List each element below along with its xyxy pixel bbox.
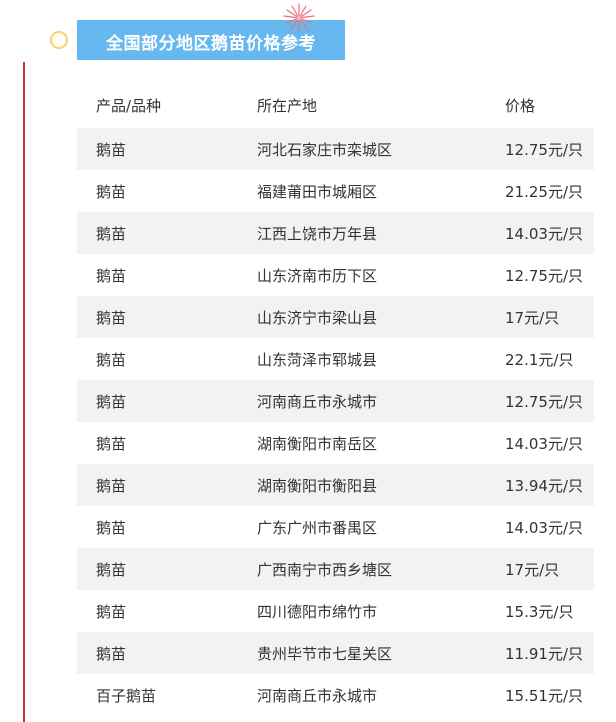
cell-product: 鹅苗 [96,140,127,159]
table-row: 鹅苗 福建莆田市城厢区 21.25元/只 [77,170,594,212]
cell-product: 鹅苗 [96,644,127,663]
cell-price: 14.03元/只 [505,518,583,537]
cell-product: 鹅苗 [96,518,127,537]
table-row: 鹅苗 河南商丘市永城市 12.75元/只 [77,380,594,422]
ring-icon [50,31,68,49]
cell-price: 17元/只 [505,308,560,327]
cell-origin: 江西上饶市万年县 [257,224,378,243]
table-row: 鹅苗 山东济宁市梁山县 17元/只 [77,296,594,338]
cell-product: 百子鹅苗 [96,686,157,705]
cell-origin: 福建莆田市城厢区 [257,182,378,201]
article-section: 全国部分地区鹅苗价格参考 产品/品种 所在产地 价格 鹅苗 河北石家庄市栾城区 [0,0,616,722]
price-table: 产品/品种 所在产地 价格 鹅苗 河北石家庄市栾城区 12.75元/只 鹅苗 福… [77,82,594,716]
table-row: 鹅苗 贵州毕节市七星关区 11.91元/只 [77,632,594,674]
cell-origin: 贵州毕节市七星关区 [257,644,393,663]
cell-price: 15.51元/只 [505,686,583,705]
burst-icon [283,3,315,32]
cell-price: 15.3元/只 [505,602,574,621]
cell-origin: 山东菏泽市郓城县 [257,350,378,369]
cell-product: 鹅苗 [96,350,127,369]
cell-product: 鹅苗 [96,602,127,621]
cell-price: 12.75元/只 [505,392,583,411]
cell-product: 鹅苗 [96,434,127,453]
cell-price: 11.91元/只 [505,644,583,663]
cell-product: 鹅苗 [96,308,127,327]
table-header-row: 产品/品种 所在产地 价格 [77,82,594,128]
table-row: 鹅苗 广西南宁市西乡塘区 17元/只 [77,548,594,590]
cell-price: 14.03元/只 [505,224,583,243]
table-row: 鹅苗 湖南衡阳市衡阳县 13.94元/只 [77,464,594,506]
header-origin: 所在产地 [257,96,318,115]
cell-product: 鹅苗 [96,266,127,285]
cell-origin: 四川德阳市绵竹市 [257,602,378,621]
cell-price: 12.75元/只 [505,266,583,285]
left-accent-rule [23,62,25,722]
cell-origin: 湖南衡阳市衡阳县 [257,476,378,495]
cell-origin: 湖南衡阳市南岳区 [257,434,378,453]
cell-price: 21.25元/只 [505,182,583,201]
header-price: 价格 [505,96,536,115]
cell-price: 17元/只 [505,560,560,579]
cell-origin: 广西南宁市西乡塘区 [257,560,393,579]
table-row: 鹅苗 江西上饶市万年县 14.03元/只 [77,212,594,254]
cell-price: 12.75元/只 [505,140,583,159]
cell-price: 14.03元/只 [505,434,583,453]
cell-origin: 河南商丘市永城市 [257,686,378,705]
table-row: 鹅苗 河北石家庄市栾城区 12.75元/只 [77,128,594,170]
table-row: 鹅苗 山东济南市历下区 12.75元/只 [77,254,594,296]
table-row: 鹅苗 湖南衡阳市南岳区 14.03元/只 [77,422,594,464]
cell-price: 22.1元/只 [505,350,574,369]
cell-product: 鹅苗 [96,392,127,411]
cell-origin: 山东济宁市梁山县 [257,308,378,327]
cell-origin: 广东广州市番禺区 [257,518,378,537]
cell-price: 13.94元/只 [505,476,583,495]
cell-product: 鹅苗 [96,224,127,243]
cell-product: 鹅苗 [96,182,127,201]
table-row: 鹅苗 四川德阳市绵竹市 15.3元/只 [77,590,594,632]
header-product: 产品/品种 [96,96,162,115]
cell-origin: 河北石家庄市栾城区 [257,140,393,159]
cell-origin: 河南商丘市永城市 [257,392,378,411]
table-row: 百子鹅苗 河南商丘市永城市 15.51元/只 [77,674,594,716]
table-row: 鹅苗 山东菏泽市郓城县 22.1元/只 [77,338,594,380]
cell-origin: 山东济南市历下区 [257,266,378,285]
table-row: 鹅苗 广东广州市番禺区 14.03元/只 [77,506,594,548]
cell-product: 鹅苗 [96,476,127,495]
cell-product: 鹅苗 [96,560,127,579]
